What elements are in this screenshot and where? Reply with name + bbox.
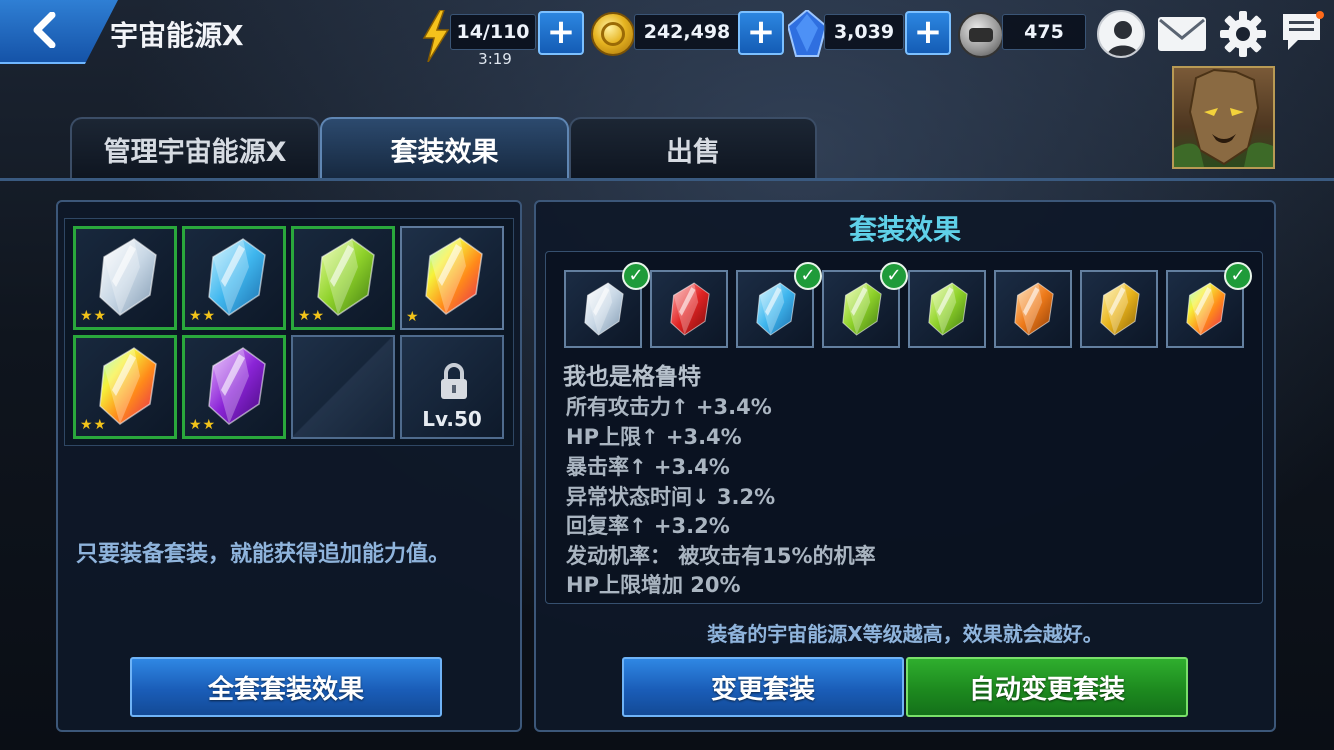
effect-line: 发动机率： 被攻击有15%的机率	[566, 544, 876, 568]
purple-crystal-icon	[208, 347, 266, 425]
rainbow-crystal-icon	[1186, 282, 1226, 336]
unlock-level-label: Lv.50	[422, 407, 482, 431]
equip-slot-1[interactable]: ★★	[73, 226, 177, 330]
yellow-crystal-icon	[1100, 282, 1140, 336]
star-rating: ★	[406, 309, 420, 325]
effect-line: HP上限↑ +3.4%	[566, 425, 742, 449]
character-avatar[interactable]	[1172, 66, 1275, 169]
set-gem-slot-5[interactable]	[908, 270, 986, 348]
chat-button[interactable]	[1280, 10, 1326, 60]
button-label: 自动变更套装	[968, 674, 1125, 705]
equip-slot-4[interactable]: ★	[400, 226, 504, 330]
button-label: 变更套装	[710, 674, 815, 705]
effect-line: 暴击率↑ +3.4%	[566, 455, 730, 479]
equip-slot-6[interactable]: ★★	[182, 335, 286, 439]
white-crystal-icon	[99, 238, 157, 316]
add-energy-button[interactable]: +	[538, 11, 584, 55]
chat-icon	[1283, 11, 1324, 50]
add-gold-button[interactable]: +	[738, 11, 784, 55]
lock-icon	[441, 363, 467, 399]
groot-portrait-icon	[1174, 68, 1273, 167]
check-icon: ✓	[880, 262, 908, 290]
energy-counter: 14/110	[450, 14, 536, 50]
orange-crystal-icon	[1014, 282, 1054, 336]
green-crystal-icon	[928, 282, 968, 336]
equip-slot-3[interactable]: ★★	[291, 226, 395, 330]
set-gem-slot-7[interactable]	[1080, 270, 1158, 348]
set-gem-slot-2[interactable]	[650, 270, 728, 348]
effect-line: HP上限增加 20%	[566, 573, 741, 597]
mail-button[interactable]	[1157, 14, 1207, 58]
crystal-icon	[786, 8, 828, 62]
equip-slot-empty[interactable]	[291, 335, 395, 439]
star-rating: ★★	[80, 417, 108, 433]
rainbow-crystal-icon	[425, 237, 483, 315]
white-crystal-icon	[584, 282, 624, 336]
screen-title: 宇宙能源X	[110, 19, 244, 52]
user-icon	[1107, 21, 1139, 56]
energy-icon	[420, 9, 452, 66]
gear-icon	[1220, 11, 1266, 57]
full-set-effects-button[interactable]: 全套套装效果	[130, 657, 442, 717]
set-gem-slot-1[interactable]: ✓	[564, 262, 650, 348]
energy-timer: 3:19	[478, 50, 512, 68]
tab-label: 管理宇宙能源X	[103, 136, 287, 168]
star-rating: ★★	[80, 308, 108, 324]
gold-counter: 242,498	[634, 14, 740, 50]
settings-button[interactable]	[1218, 9, 1268, 63]
crystal-counter: 3,039	[824, 14, 904, 50]
set-bonus-hint: 只要装备套装，就能获得追加能力值。	[76, 542, 451, 567]
tab-manage-energy[interactable]: 管理宇宙能源X	[70, 117, 320, 179]
equip-slot-locked[interactable]: Lv.50	[400, 335, 504, 439]
blue-crystal-icon	[208, 238, 266, 316]
chevron-left-icon	[33, 12, 56, 48]
add-crystal-button[interactable]: +	[905, 11, 951, 55]
level-hint: 装备的宇宙能源X等级越高，效果就会越好。	[707, 622, 1103, 646]
tab-label: 套装效果	[390, 136, 499, 168]
token-icon	[958, 12, 1004, 58]
gold-coin-icon	[591, 12, 635, 56]
set-gem-slot-4[interactable]: ✓	[822, 262, 908, 348]
set-gem-slot-6[interactable]	[994, 270, 1072, 348]
effect-line: 回复率↑ +3.2%	[566, 514, 730, 538]
red-crystal-icon	[670, 282, 710, 336]
star-rating: ★★	[189, 417, 217, 433]
tab-set-effects[interactable]: 套装效果	[320, 117, 569, 179]
star-rating: ★★	[189, 308, 217, 324]
check-icon: ✓	[622, 262, 650, 290]
tab-label: 出售	[666, 136, 720, 168]
tab-divider	[0, 178, 1334, 181]
back-button[interactable]	[0, 0, 118, 64]
set-effects-title: 套装效果	[848, 213, 961, 246]
auto-change-set-button[interactable]: 自动变更套装	[906, 657, 1188, 717]
blue-crystal-icon	[756, 282, 796, 336]
set-gem-slot-8[interactable]: ✓	[1166, 262, 1252, 348]
equip-slot-5[interactable]: ★★	[73, 335, 177, 439]
star-rating: ★★	[298, 308, 326, 324]
set-name: 我也是格鲁特	[563, 364, 701, 390]
effect-line: 异常状态时间↓ 3.2%	[566, 485, 776, 509]
check-icon: ✓	[1224, 262, 1252, 290]
effect-line: 所有攻击力↑ +3.4%	[566, 395, 772, 419]
rainbow-crystal-icon	[99, 347, 157, 425]
tab-sell[interactable]: 出售	[569, 117, 817, 179]
mail-icon	[1158, 17, 1206, 51]
token-counter: 475	[1002, 14, 1086, 50]
green-crystal-icon	[317, 238, 375, 316]
check-icon: ✓	[794, 262, 822, 290]
change-set-button[interactable]: 变更套装	[622, 657, 904, 717]
set-gem-slot-3[interactable]: ✓	[736, 262, 822, 348]
empty-slot-pattern	[293, 337, 393, 437]
equip-slot-2[interactable]: ★★	[182, 226, 286, 330]
green-crystal-icon	[842, 282, 882, 336]
button-label: 全套套装效果	[207, 674, 364, 705]
profile-button[interactable]	[1097, 10, 1145, 58]
